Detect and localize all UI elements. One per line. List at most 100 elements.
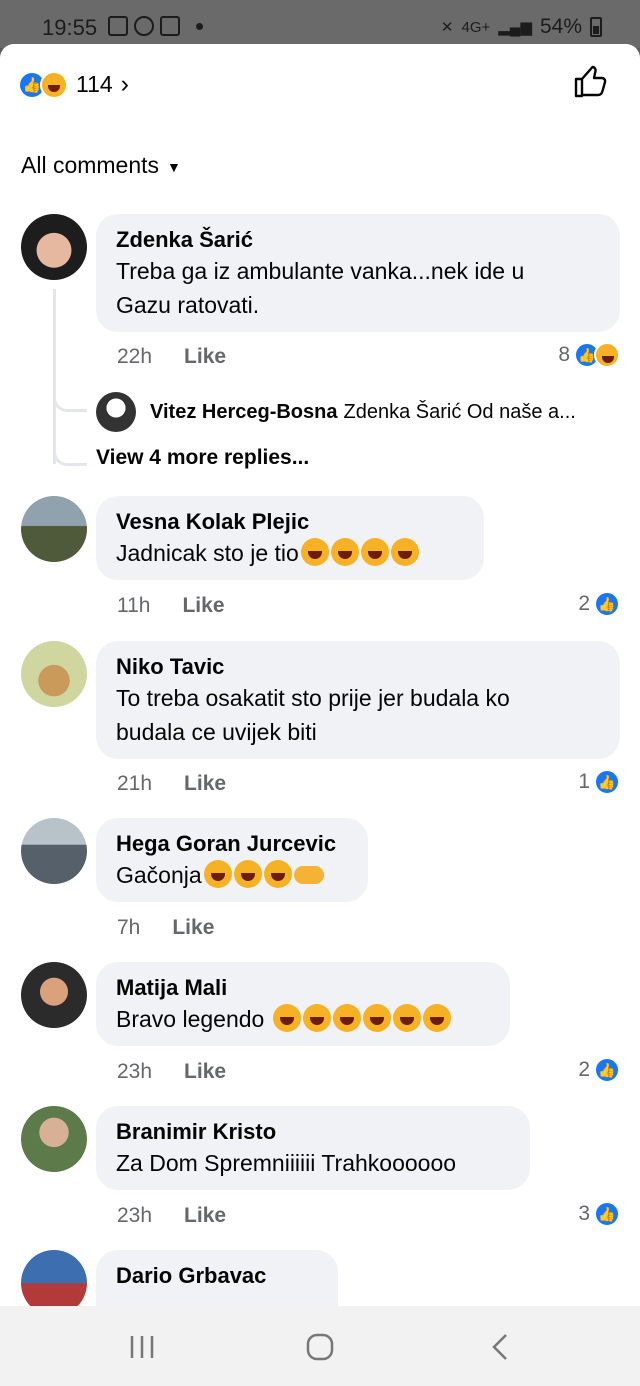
rolling-laughing-emoji <box>362 1004 391 1032</box>
chevron-down-icon: ▼ <box>167 159 181 175</box>
home-icon <box>306 1333 334 1361</box>
reaction-count: 114 <box>76 71 113 97</box>
comment-text: To treba osakatit sto prije jer budala k… <box>116 685 510 745</box>
comment-text: Jadnicak sto je tio <box>116 536 464 570</box>
reaction-summary[interactable]: 👍 114 › <box>18 70 129 99</box>
comment-reactions[interactable]: 2 👍 <box>578 591 620 617</box>
comment-reaction-count: 2 <box>578 1058 590 1081</box>
reactions-header: 👍 114 › <box>0 44 640 124</box>
comment-time[interactable]: 23h <box>117 1060 152 1084</box>
like-reaction-icon: 👍 <box>594 769 620 795</box>
rolling-laughing-emoji <box>422 1004 451 1032</box>
more-notifications-dot <box>196 23 203 30</box>
haha-reaction-icon <box>594 342 620 368</box>
rolling-laughing-emoji <box>330 538 359 566</box>
avatar[interactable] <box>21 1250 87 1306</box>
avatar[interactable] <box>21 496 87 562</box>
avatar[interactable] <box>21 1106 87 1172</box>
signal-icon: ▂▄▆ <box>498 19 532 36</box>
rolling-laughing-emoji <box>332 1004 361 1032</box>
system-navigation-bar <box>0 1306 640 1386</box>
like-button[interactable]: Like <box>184 345 226 369</box>
comment-text: Bravo legendo <box>116 1002 490 1036</box>
comment-bubble[interactable]: Hega Goran Jurcevic Gačonja <box>96 818 368 902</box>
comment-bubble[interactable]: Branimir Kristo Za Dom Spremniiiiii Trah… <box>96 1106 530 1190</box>
comment-author[interactable]: Niko Tavic <box>116 653 600 681</box>
comment-bubble[interactable]: Vesna Kolak Plejic Jadnicak sto je tio <box>96 496 484 580</box>
rolling-laughing-emoji <box>263 860 292 888</box>
reply-preview[interactable]: Vitez Herceg-Bosna Zdenka Šarić Od naše … <box>96 392 576 432</box>
comment-text: Treba ga iz ambulante vanka...nek ide u … <box>116 258 525 318</box>
like-button[interactable]: Like <box>182 594 224 618</box>
reply-text: Zdenka Šarić Od naše a... <box>343 400 576 423</box>
comment-actions: 22h Like <box>117 345 226 369</box>
like-button[interactable]: Like <box>184 1060 226 1084</box>
view-more-replies-link[interactable]: View 4 more replies... <box>96 446 309 470</box>
comment-bubble[interactable]: Zdenka Šarić Treba ga iz ambulante vanka… <box>96 214 620 332</box>
avatar[interactable] <box>21 641 87 707</box>
comment-bubble[interactable]: Matija Mali Bravo legendo <box>96 962 510 1046</box>
comment-actions: 7h Like <box>117 916 214 940</box>
rolling-laughing-emoji <box>302 1004 331 1032</box>
rolling-laughing-emoji <box>203 860 232 888</box>
avatar[interactable] <box>21 962 87 1028</box>
status-bar: 19:55 ✕ 4G+ ▂▄▆ 54% <box>0 0 640 48</box>
comment-actions: 11h Like <box>117 594 225 618</box>
reply-avatar[interactable] <box>96 392 136 432</box>
comment-reactions[interactable]: 8 👍 <box>558 342 620 368</box>
comment-reaction-count: 1 <box>578 770 590 793</box>
like-reaction-icon: 👍 <box>594 1057 620 1083</box>
comment-actions: 23h Like <box>117 1060 226 1084</box>
recent-apps-icon <box>130 1336 154 1358</box>
rolling-laughing-emoji <box>360 538 389 566</box>
avatar[interactable] <box>21 818 87 884</box>
comment-reactions[interactable]: 2 👍 <box>578 1057 620 1083</box>
home-button[interactable] <box>300 1330 340 1364</box>
comment-time[interactable]: 23h <box>117 1204 152 1228</box>
comment-time[interactable]: 11h <box>117 594 150 618</box>
comment-reactions[interactable]: 1 👍 <box>578 769 620 795</box>
comment-author[interactable]: Dario Grbavac <box>116 1262 318 1290</box>
gallery-icon <box>108 16 128 36</box>
comment-bubble[interactable]: Dario Grbavac <box>96 1250 338 1306</box>
comment-time[interactable]: 22h <box>117 345 152 369</box>
comment-actions: 21h Like <box>117 772 226 796</box>
viber-icon <box>134 16 154 36</box>
comment-reaction-count: 8 <box>558 343 570 366</box>
battery-percent: 54% <box>539 15 582 38</box>
rolling-laughing-emoji <box>300 538 329 566</box>
comment-author[interactable]: Zdenka Šarić <box>116 226 600 254</box>
network-type: 4G+ <box>461 18 491 36</box>
like-post-button[interactable] <box>572 64 608 100</box>
comment-time[interactable]: 7h <box>117 916 140 940</box>
fist-emoji <box>293 866 324 884</box>
comment-reactions[interactable]: 3 👍 <box>578 1201 620 1227</box>
comment-author[interactable]: Branimir Kristo <box>116 1118 510 1146</box>
reply-author[interactable]: Vitez Herceg-Bosna <box>150 401 337 424</box>
rolling-laughing-emoji <box>392 1004 421 1032</box>
notification-icons <box>108 16 203 36</box>
comment-time[interactable]: 21h <box>117 772 152 796</box>
back-icon <box>492 1334 507 1360</box>
comment-text: Gačonja <box>116 858 348 892</box>
comment-filter-dropdown[interactable]: All comments ▼ <box>21 152 181 179</box>
comment-author[interactable]: Vesna Kolak Plejic <box>116 508 464 536</box>
mute-icon: ✕ <box>440 19 454 36</box>
thread-connector <box>53 384 87 412</box>
comment-author[interactable]: Hega Goran Jurcevic <box>116 830 348 858</box>
battery-icon <box>590 17 602 37</box>
avatar[interactable] <box>21 214 87 280</box>
like-button[interactable]: Like <box>184 772 226 796</box>
comment-bubble[interactable]: Niko Tavic To treba osakatit sto prije j… <box>96 641 620 759</box>
like-button[interactable]: Like <box>184 1204 226 1228</box>
rolling-laughing-emoji <box>233 860 262 888</box>
like-button[interactable]: Like <box>172 916 214 940</box>
comment-author[interactable]: Matija Mali <box>116 974 490 1002</box>
thread-connector <box>53 438 87 466</box>
chevron-right-icon: › <box>120 70 129 98</box>
recent-apps-button[interactable] <box>122 1330 162 1364</box>
back-button[interactable] <box>480 1330 520 1364</box>
status-right: ✕ 4G+ ▂▄▆ 54% <box>441 15 602 39</box>
like-reaction-icon: 👍 <box>594 591 620 617</box>
comment-text: Za Dom Spremniiiiii Trahkoooooo <box>116 1150 457 1176</box>
